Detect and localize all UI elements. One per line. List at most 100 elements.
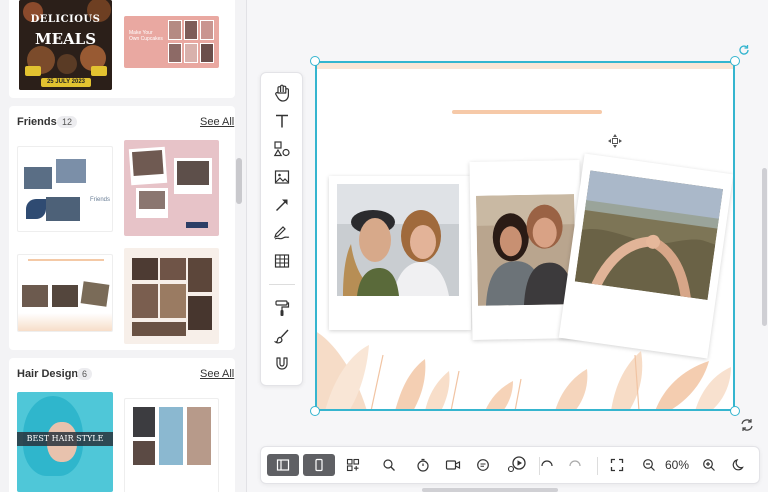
photo-two-friends	[337, 184, 459, 296]
template-thumb-friends-4[interactable]	[124, 248, 219, 344]
grid-photo-6	[188, 296, 212, 330]
hair-photo-2	[159, 407, 183, 465]
photo-hugging-friends	[476, 194, 576, 306]
resize-handle-bottom-right[interactable]	[730, 406, 740, 416]
redo-button[interactable]	[563, 454, 587, 476]
shapes-icon	[273, 141, 290, 157]
polaroid-b	[174, 158, 212, 194]
see-all-hair-design-link[interactable]: See All	[200, 368, 234, 380]
grid-photo-7	[132, 322, 186, 336]
cupcake-photo-4	[168, 43, 182, 63]
zoom-level[interactable]: 60%	[665, 458, 689, 472]
redo-icon	[569, 460, 581, 467]
design-page[interactable]	[315, 61, 735, 411]
photo-a	[24, 167, 52, 189]
template-thumb-friends-1[interactable]: Friends	[17, 146, 113, 232]
section-title-hair-design: Hair Design	[17, 368, 79, 380]
undo-button[interactable]	[535, 454, 559, 476]
grid-photo-2	[160, 258, 186, 280]
friends-thumb-text: Friends	[90, 197, 111, 203]
grid-photo-1	[132, 258, 158, 280]
template-panel: DELICIOUS MEALS 25 JULY 2023 Make Your O…	[0, 0, 247, 492]
grid-button[interactable]	[341, 454, 365, 476]
polaroid-a	[128, 146, 168, 186]
meals-title-line2: MEALS	[34, 30, 97, 48]
cupcake-photo-5	[184, 43, 198, 63]
hand-tool[interactable]	[270, 82, 294, 104]
title-line	[452, 110, 602, 114]
panel-scrollbar[interactable]	[236, 158, 242, 204]
leaves	[18, 313, 112, 331]
grid-photo-5	[160, 284, 186, 318]
zoom-out-button[interactable]	[637, 454, 661, 476]
video-icon	[445, 460, 461, 470]
comment-icon	[477, 459, 489, 471]
horizontal-scrollbar[interactable]	[422, 488, 558, 492]
present-button[interactable]	[505, 454, 529, 476]
resize-handle-bottom-left[interactable]	[310, 406, 320, 416]
fullscreen-button[interactable]	[605, 454, 629, 476]
template-thumb-hair-2[interactable]	[124, 398, 219, 492]
template-thumb-cupcakes[interactable]: Make Your Own Cupcakes	[124, 16, 219, 68]
fullscreen-icon	[610, 458, 624, 472]
timer-button[interactable]	[411, 454, 435, 476]
leaf-decoration	[315, 331, 731, 411]
magnet-tool[interactable]	[270, 353, 294, 375]
text-icon	[276, 114, 288, 128]
see-all-friends-link[interactable]: See All	[200, 116, 234, 128]
table-tool[interactable]	[270, 250, 294, 272]
refresh-icon[interactable]	[740, 418, 754, 432]
search-button[interactable]	[377, 454, 401, 476]
canvas-scrollbar[interactable]	[762, 168, 767, 326]
cupcakes-text: Make Your Own Cupcakes	[129, 30, 163, 42]
photo-b	[56, 159, 86, 183]
hair-photo-3	[187, 407, 211, 465]
video-button[interactable]	[441, 454, 465, 476]
section-title-friends: Friends	[17, 116, 57, 128]
paint-roller-tool[interactable]	[270, 297, 294, 319]
resize-handle-top-right[interactable]	[730, 56, 740, 66]
dark-mode-button[interactable]	[727, 454, 751, 476]
brush-tool[interactable]	[270, 325, 294, 347]
photo-f	[80, 281, 110, 307]
template-thumb-hair-1[interactable]: BEST HAIR STYLE	[17, 392, 113, 492]
panel-toggle-button[interactable]	[267, 454, 299, 476]
photo-c	[46, 197, 80, 221]
rotate-icon[interactable]	[738, 44, 750, 56]
undo-icon	[541, 460, 553, 467]
tool-separator	[269, 284, 295, 285]
resize-handle-top-left[interactable]	[310, 56, 320, 66]
draw-icon	[274, 226, 290, 240]
image-icon	[274, 170, 290, 184]
toolbar-separator-2	[597, 457, 598, 475]
draw-tool[interactable]	[270, 222, 294, 244]
friends-section-card: Friends 12 See All Friends	[9, 106, 235, 350]
move-icon	[608, 134, 622, 148]
hand-icon	[275, 84, 289, 102]
cupcake-photo-1	[168, 20, 182, 40]
meals-date: 25 JULY 2023	[46, 79, 86, 85]
image-tool[interactable]	[270, 166, 294, 188]
text-tool[interactable]	[270, 110, 294, 132]
top-bar	[28, 259, 104, 261]
template-thumb-delicious-meals[interactable]: DELICIOUS MEALS 25 JULY 2023	[19, 0, 112, 90]
dark-mode-icon	[732, 459, 744, 471]
collage-photo-frame-1[interactable]	[329, 176, 471, 330]
page-view-button[interactable]	[303, 454, 335, 476]
arrow-icon	[276, 199, 288, 211]
caption-bar	[186, 222, 208, 228]
meals-title-line1: DELICIOUS	[30, 14, 101, 25]
shapes-tool[interactable]	[270, 138, 294, 160]
grid-photo-4	[132, 284, 158, 318]
template-thumb-friends-3[interactable]	[17, 254, 113, 332]
search-icon	[383, 459, 395, 471]
comment-button[interactable]	[471, 454, 495, 476]
paint-roller-icon	[275, 300, 290, 316]
cupcake-photo-6	[200, 43, 214, 63]
zoom-in-button[interactable]	[697, 454, 721, 476]
template-thumb-friends-2[interactable]	[124, 140, 219, 236]
panel-icon	[276, 459, 290, 471]
hair-design-section-card: Hair Design 6 See All BEST HAIR STYLE	[9, 358, 235, 492]
arrow-tool[interactable]	[270, 194, 294, 216]
top-accent-band	[315, 61, 735, 69]
